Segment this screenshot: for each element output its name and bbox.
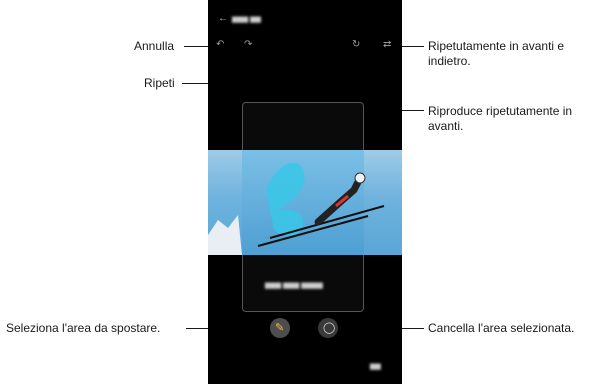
loop-callout: Riproduce ripetutamente in avanti. bbox=[428, 104, 573, 133]
redo-callout: Ripeti bbox=[144, 76, 175, 90]
ski-jumper-illustration bbox=[208, 162, 385, 255]
bounce-icon[interactable]: ⇄ bbox=[383, 40, 391, 50]
select-area-button[interactable]: ✎ bbox=[270, 318, 290, 338]
erase-area-button[interactable]: ◯ bbox=[318, 318, 338, 338]
phone-screen: ← ▆▆▆ ▆▆ ↶ ↷ ↻ ⇄ ▆▆▆ ▆▆▆ ▆▆▆▆ ✎ ◯ ▆▆ bbox=[208, 0, 402, 384]
pencil-icon: ✎ bbox=[275, 322, 285, 334]
highlight-stroke bbox=[266, 162, 305, 236]
arrow-left-icon[interactable]: ← bbox=[218, 14, 228, 24]
loop-forward-icon[interactable]: ↻ bbox=[352, 40, 360, 50]
jumper-helmet bbox=[354, 172, 366, 184]
select-area-callout: Seleziona l'area da spostare. bbox=[6, 321, 161, 335]
mountain-left bbox=[208, 215, 242, 255]
undo-icon[interactable]: ↶ bbox=[216, 40, 224, 50]
undo-callout: Annulla bbox=[134, 39, 175, 53]
eraser-icon: ◯ bbox=[323, 322, 336, 334]
bounce-callout: Ripetutamente in avanti e indietro. bbox=[428, 39, 565, 68]
frame-caption-blurred: ▆▆▆ ▆▆▆ ▆▆▆▆ bbox=[265, 282, 323, 289]
screen-title-blurred: ▆▆▆ ▆▆ bbox=[232, 16, 261, 23]
redo-icon[interactable]: ↷ bbox=[244, 40, 252, 50]
photo-ski-jumper bbox=[208, 150, 402, 255]
done-button-blurred[interactable]: ▆▆ bbox=[370, 362, 381, 370]
erase-area-callout: Cancella l'area selezionata. bbox=[428, 321, 575, 335]
